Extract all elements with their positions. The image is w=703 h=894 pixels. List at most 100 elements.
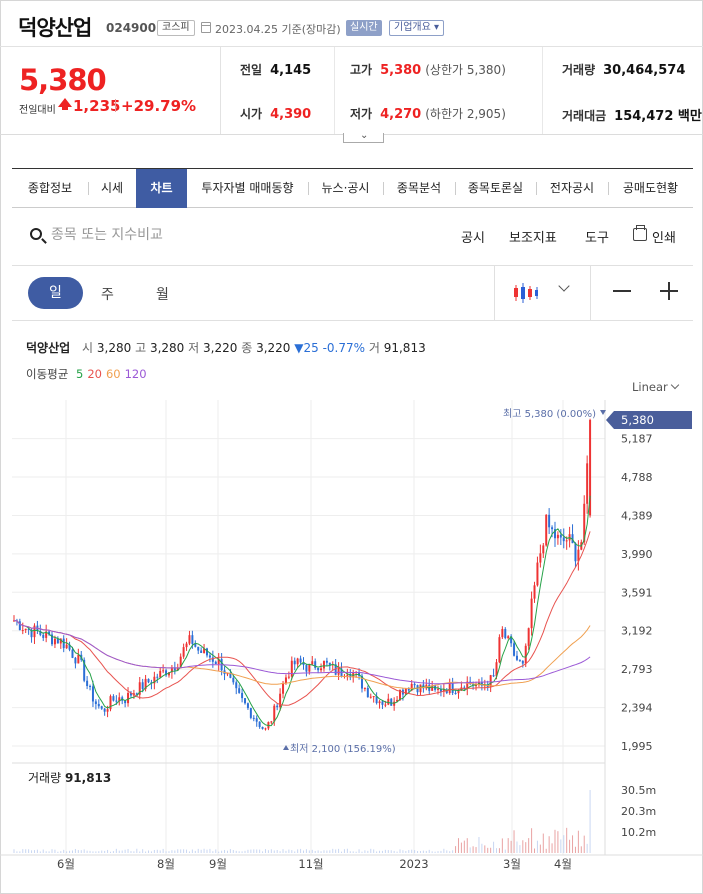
- volume-bar: [270, 849, 272, 853]
- candle-body: [524, 645, 527, 664]
- price-chart[interactable]: 5,187 4,788 4,389 3,990 3,591 3,192 2,793 2,394…: [0, 0, 703, 894]
- candle-body: [311, 661, 314, 665]
- candle-body: [337, 668, 340, 675]
- volume-bar: [496, 848, 497, 853]
- candle-body: [527, 628, 530, 646]
- volume-bar: [303, 850, 304, 853]
- candle-body: [270, 721, 273, 723]
- volume-bar: [48, 851, 50, 853]
- candle-body: [156, 676, 159, 678]
- volume-bar: [516, 841, 518, 853]
- volume-bar: [498, 848, 500, 853]
- volume-bar: [247, 849, 249, 853]
- volume-bar: [501, 838, 503, 853]
- volume-bar: [402, 850, 404, 853]
- volume-bar: [28, 849, 30, 853]
- volume-bar: [373, 849, 375, 853]
- volume-bar: [490, 847, 492, 853]
- candle-body: [404, 688, 407, 695]
- candle-body: [322, 660, 325, 669]
- candle-body: [548, 514, 551, 528]
- volume-bar: [563, 835, 565, 853]
- candle-body: [106, 709, 109, 712]
- volume-bar: [107, 849, 109, 853]
- candle-body: [515, 655, 518, 660]
- volume-bar: [112, 851, 114, 853]
- volume-bar: [273, 850, 275, 853]
- volume-bar: [431, 851, 433, 853]
- volume-bar: [22, 849, 24, 853]
- candle-body: [188, 635, 191, 644]
- volume-bar: [124, 849, 126, 853]
- x-tick-label: 9월: [209, 857, 227, 871]
- volume-bar: [133, 851, 135, 853]
- volume-bar: [110, 851, 111, 853]
- volume-bar: [264, 849, 266, 853]
- volume-bar: [460, 842, 462, 853]
- volume-bar: [542, 833, 544, 853]
- volume-bar: [89, 850, 91, 853]
- volume-bar: [285, 850, 287, 853]
- volume-bar: [484, 845, 486, 853]
- candle-body: [454, 692, 457, 694]
- volume-bar: [457, 838, 459, 853]
- candle-body: [264, 728, 267, 730]
- volume-bar: [291, 850, 293, 853]
- candle-body: [97, 703, 100, 707]
- volume-legend: 거래량 91,813: [28, 771, 112, 785]
- candle-body: [574, 543, 577, 562]
- volume-bar: [148, 850, 150, 853]
- volume-bar: [428, 849, 430, 853]
- volume-bar: [186, 849, 188, 853]
- volume-bar: [437, 851, 439, 853]
- candle-body: [387, 698, 390, 705]
- volume-bar: [411, 849, 413, 853]
- volume-bar: [487, 847, 489, 853]
- candle-body: [346, 674, 349, 676]
- volume-bar: [136, 848, 138, 853]
- candle-body: [89, 685, 92, 687]
- candle-body: [536, 562, 539, 586]
- volume-tick-label: 20.3m: [621, 805, 656, 818]
- volume-bar: [472, 846, 474, 853]
- candle-body: [86, 680, 89, 686]
- candle-body: [261, 726, 264, 729]
- volume-bar: [235, 850, 237, 853]
- volume-bar: [197, 848, 199, 853]
- candle-body: [290, 660, 293, 677]
- candle-body: [305, 665, 308, 672]
- candle-body: [378, 701, 381, 704]
- candle-body: [241, 692, 244, 699]
- volume-bar: [545, 848, 547, 853]
- candle-body: [53, 638, 56, 645]
- x-tick-label: 11월: [298, 857, 323, 871]
- candle-body: [255, 718, 258, 722]
- volume-bar: [396, 851, 398, 853]
- candle-body: [545, 514, 548, 546]
- volume-bar: [238, 851, 240, 853]
- volume-bar: [478, 836, 480, 853]
- ma-20-line: [13, 531, 591, 706]
- volume-bar: [381, 850, 383, 853]
- candle-body: [542, 545, 545, 554]
- x-tick-label: 8월: [157, 857, 175, 871]
- volume-bar: [364, 850, 366, 853]
- volume-bar: [98, 851, 100, 853]
- volume-bar: [355, 851, 357, 853]
- volume-bar: [425, 850, 427, 853]
- volume-bar: [83, 849, 85, 853]
- candle-body: [185, 643, 188, 648]
- candle-body: [530, 598, 533, 629]
- volume-tick-label: 10.2m: [621, 826, 656, 839]
- ma-5-line: [13, 495, 591, 727]
- volume-bar: [569, 839, 571, 853]
- volume-bar: [311, 849, 313, 853]
- volume-bar: [51, 849, 53, 853]
- candle-body: [384, 704, 387, 706]
- volume-bar: [314, 850, 316, 853]
- volume-bar: [297, 849, 299, 853]
- y-tick-label: 2,394: [621, 702, 653, 715]
- volume-bar: [329, 850, 331, 853]
- candle-body: [197, 646, 200, 651]
- candle-body: [317, 667, 320, 671]
